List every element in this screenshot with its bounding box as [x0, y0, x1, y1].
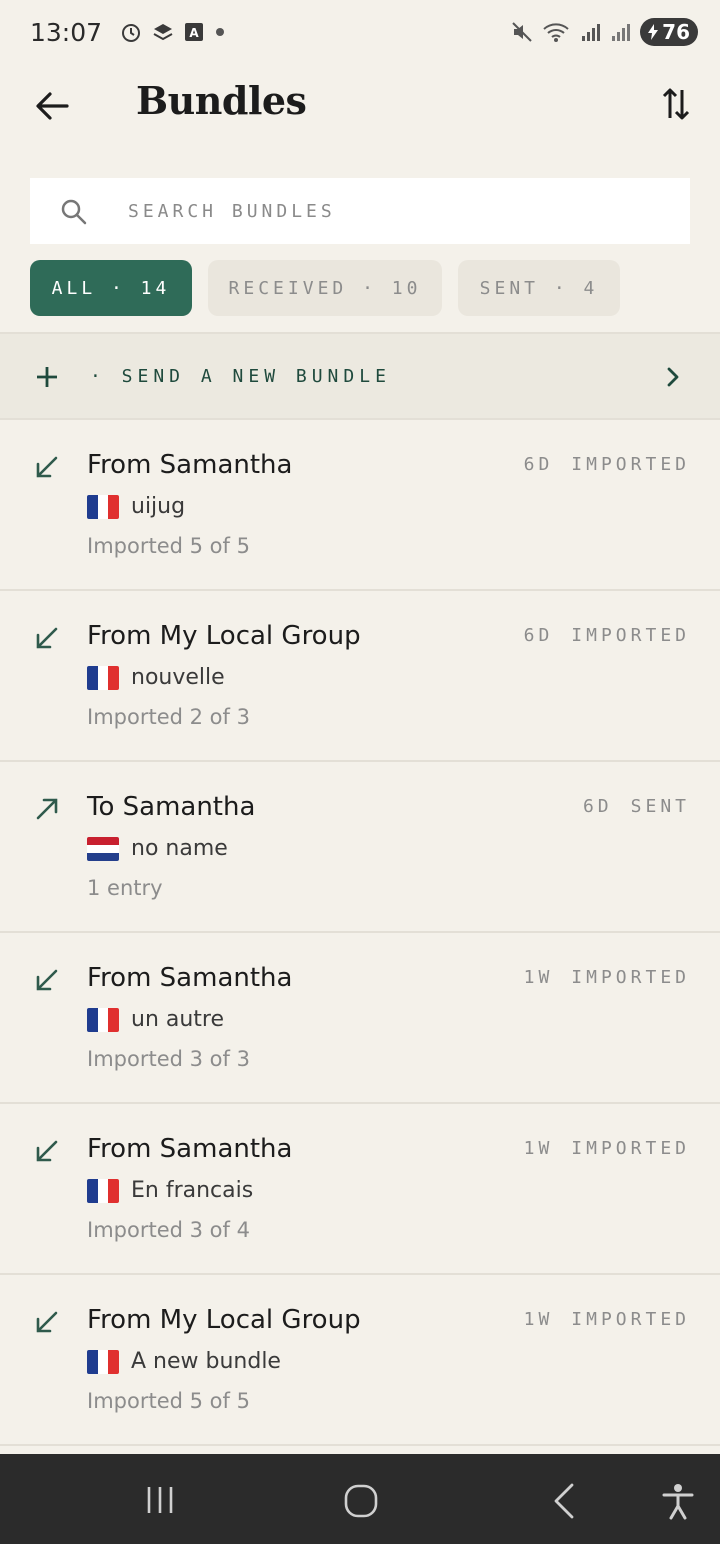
- wifi-icon: [543, 23, 569, 42]
- chevron-right-icon: [667, 367, 679, 387]
- bundle-meta: 1W IMPORTED: [524, 1138, 690, 1159]
- bundle-name: En francais: [131, 1178, 254, 1203]
- sort-arrows-icon: [662, 88, 690, 120]
- back-button[interactable]: [30, 84, 74, 128]
- arrow-down-left-icon: [36, 969, 58, 991]
- bundle-title: From My Local Group: [87, 621, 361, 651]
- mute-icon: [512, 22, 532, 42]
- france-flag-icon: [87, 665, 119, 690]
- france-flag-icon: [87, 494, 119, 519]
- bundle-title: From My Local Group: [87, 1305, 361, 1335]
- signal-icon: [612, 24, 631, 41]
- bundle-state: IMPORTED: [571, 967, 690, 988]
- bundle-meta: 1W IMPORTED: [524, 967, 690, 988]
- bundle-name: no name: [131, 836, 228, 861]
- bundle-state: IMPORTED: [571, 1309, 690, 1330]
- bundle-status: Imported 2 of 3: [87, 705, 250, 729]
- charging-icon: [648, 24, 659, 40]
- dot-icon: [216, 28, 225, 36]
- arrow-down-left-icon: [36, 1140, 58, 1162]
- page-title: Bundles: [136, 78, 307, 123]
- bundle-list-item[interactable]: From My Local Group 6D IMPORTED nouvelle…: [0, 591, 720, 762]
- bundle-list: From Samantha 6D IMPORTED uijug Imported…: [0, 420, 720, 1446]
- arrow-up-right-icon: [36, 798, 58, 820]
- filter-chip-received[interactable]: RECEIVED · 10: [208, 260, 442, 316]
- france-flag-icon: [87, 1007, 119, 1032]
- search-bar[interactable]: [30, 178, 690, 244]
- sort-button[interactable]: [654, 82, 698, 126]
- bundle-title: From Samantha: [87, 1134, 293, 1164]
- france-flag-icon: [87, 1349, 119, 1374]
- accessibility-icon[interactable]: [658, 1482, 698, 1522]
- bundle-subtitle: no name: [87, 836, 228, 861]
- bundle-list-item[interactable]: From My Local Group 1W IMPORTED A new bu…: [0, 1275, 720, 1446]
- bundle-age: 6D: [523, 625, 554, 646]
- bundle-title: From Samantha: [87, 963, 293, 993]
- bundle-meta: 6D IMPORTED: [524, 625, 690, 646]
- send-new-bundle-label: · SEND A NEW BUNDLE: [90, 366, 391, 387]
- arrow-down-left-icon: [36, 627, 58, 649]
- plus-icon: [37, 367, 57, 387]
- system-nav-bar: [0, 1454, 720, 1544]
- search-icon: [61, 199, 87, 225]
- battery-indicator: 76: [640, 18, 698, 46]
- send-new-bundle-button[interactable]: · SEND A NEW BUNDLE: [0, 332, 720, 420]
- bundle-name: uijug: [131, 494, 186, 519]
- bundle-status: Imported 3 of 4: [87, 1218, 250, 1242]
- filter-chips: ALL · 14 RECEIVED · 10 SENT · 4: [30, 260, 620, 316]
- bundle-status: Imported 5 of 5: [87, 1389, 250, 1413]
- status-time: 13:07: [30, 17, 103, 47]
- stack-icon: [153, 24, 173, 41]
- bundle-subtitle: un autre: [87, 1007, 224, 1032]
- search-input[interactable]: [128, 178, 668, 244]
- bundle-age: 1W: [523, 1138, 554, 1159]
- bundle-state: SENT: [630, 796, 690, 817]
- bundle-age: 1W: [523, 1309, 554, 1330]
- battery-level: 76: [662, 20, 690, 44]
- bundle-state: IMPORTED: [571, 454, 690, 475]
- a-icon: A: [185, 23, 204, 41]
- bundle-age: 6D: [582, 796, 613, 817]
- bundle-title: To Samantha: [87, 792, 256, 822]
- bundle-age: 6D: [523, 454, 554, 475]
- bundle-list-item[interactable]: From Samantha 1W IMPORTED un autre Impor…: [0, 933, 720, 1104]
- bundle-meta: 6D SENT: [583, 796, 690, 817]
- top-app-bar: Bundles: [0, 64, 720, 144]
- bundle-age: 1W: [523, 967, 554, 988]
- bundle-list-item[interactable]: To Samantha 6D SENT no name 1 entry: [0, 762, 720, 933]
- france-flag-icon: [87, 1178, 119, 1203]
- arrow-down-left-icon: [36, 1311, 58, 1333]
- bundle-subtitle: En francais: [87, 1178, 253, 1203]
- signal-icon: [582, 24, 601, 41]
- bundle-meta: 1W IMPORTED: [524, 1309, 690, 1330]
- filter-chip-sent[interactable]: SENT · 4: [458, 260, 620, 316]
- bundle-title: From Samantha: [87, 450, 293, 480]
- bundle-subtitle: uijug: [87, 494, 185, 519]
- bundle-name: A new bundle: [131, 1349, 281, 1374]
- arrow-down-left-icon: [36, 456, 58, 478]
- nav-back-icon[interactable]: [548, 1482, 580, 1520]
- bundle-name: un autre: [131, 1007, 225, 1032]
- netherlands-flag-icon: [87, 836, 119, 861]
- recents-icon[interactable]: [140, 1484, 180, 1516]
- filter-chip-all[interactable]: ALL · 14: [30, 260, 192, 316]
- bundle-list-item[interactable]: From Samantha 6D IMPORTED uijug Imported…: [0, 420, 720, 591]
- bundle-status: 1 entry: [87, 876, 163, 900]
- bundle-name: nouvelle: [131, 665, 225, 690]
- home-icon[interactable]: [340, 1482, 384, 1520]
- bundle-subtitle: A new bundle: [87, 1349, 281, 1374]
- bundle-state: IMPORTED: [571, 625, 690, 646]
- svg-text:A: A: [189, 26, 199, 40]
- bundle-status: Imported 5 of 5: [87, 534, 250, 558]
- alarm-icon: [122, 24, 141, 42]
- bundle-status: Imported 3 of 3: [87, 1047, 250, 1071]
- bundle-list-item[interactable]: From Samantha 1W IMPORTED En francais Im…: [0, 1104, 720, 1275]
- status-bar: 13:07 A 76: [0, 0, 720, 64]
- bundle-meta: 6D IMPORTED: [524, 454, 690, 475]
- bundle-state: IMPORTED: [571, 1138, 690, 1159]
- arrow-left-icon: [36, 92, 69, 120]
- bundle-subtitle: nouvelle: [87, 665, 225, 690]
